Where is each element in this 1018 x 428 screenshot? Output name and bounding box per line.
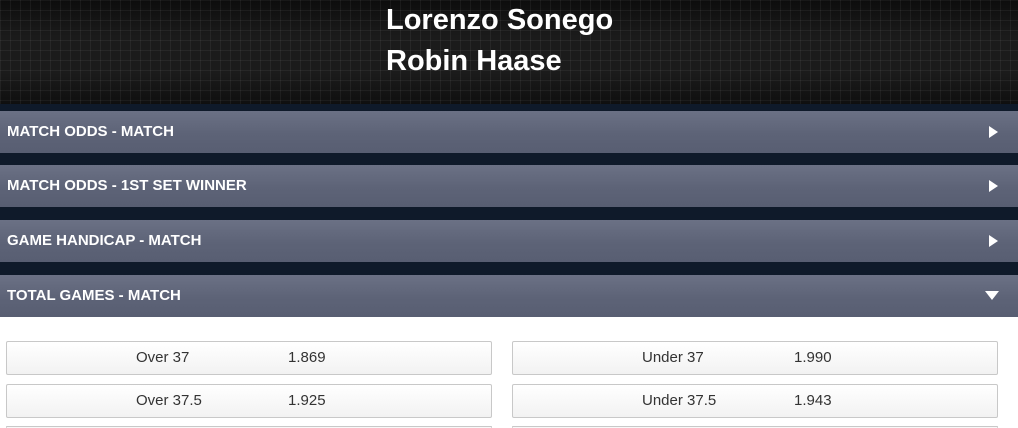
separator xyxy=(0,207,1018,220)
odds-price: 1.943 xyxy=(794,392,832,409)
odds-price: 1.869 xyxy=(288,349,326,366)
player-1-name: Lorenzo Sonego xyxy=(386,4,614,36)
market-label: MATCH ODDS - MATCH xyxy=(7,123,174,140)
odds-price: 1.990 xyxy=(794,349,832,366)
selection-label: Over 37.5 xyxy=(136,392,202,409)
separator xyxy=(0,262,1018,275)
separator xyxy=(0,153,1018,165)
odds-button-under-37[interactable]: Under 37 1.990 xyxy=(512,341,998,375)
odds-button-over-37[interactable]: Over 37 1.869 xyxy=(6,341,492,375)
market-total-games-match[interactable]: TOTAL GAMES - MATCH xyxy=(0,275,1018,317)
arrow-right-icon xyxy=(989,235,998,247)
market-game-handicap-match[interactable]: GAME HANDICAP - MATCH xyxy=(0,220,1018,262)
event-header: Lorenzo Sonego Robin Haase xyxy=(0,0,1018,104)
odds-button-under-37-5[interactable]: Under 37.5 1.943 xyxy=(512,384,998,418)
odds-price: 1.925 xyxy=(288,392,326,409)
market-match-odds-match[interactable]: MATCH ODDS - MATCH xyxy=(0,111,1018,153)
selection-label: Under 37.5 xyxy=(642,392,717,409)
arrow-right-icon xyxy=(989,126,998,138)
selection-label: Over 37 xyxy=(136,349,190,366)
player-2-name: Robin Haase xyxy=(386,45,562,77)
arrow-down-icon xyxy=(985,291,999,300)
market-label: MATCH ODDS - 1ST SET WINNER xyxy=(7,177,247,194)
market-label: TOTAL GAMES - MATCH xyxy=(7,287,181,304)
separator xyxy=(0,104,1018,111)
market-match-odds-1st-set-winner[interactable]: MATCH ODDS - 1ST SET WINNER xyxy=(0,165,1018,207)
odds-button-over-37-5[interactable]: Over 37.5 1.925 xyxy=(6,384,492,418)
market-label: GAME HANDICAP - MATCH xyxy=(7,232,202,249)
selection-label: Under 37 xyxy=(642,349,704,366)
arrow-right-icon xyxy=(989,180,998,192)
